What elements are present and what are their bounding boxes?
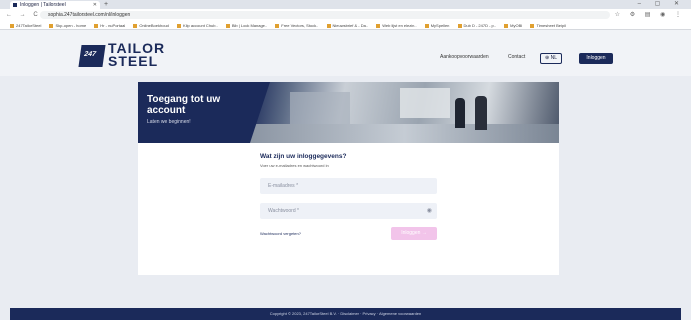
- factory-photo: [250, 82, 559, 143]
- site-header: 247 TAILOR STEEL Aankoopvoorwaarden Cont…: [0, 30, 691, 76]
- password-placeholder: Wachtwoord *: [268, 208, 299, 214]
- navigation-buttons[interactable]: ← → C: [6, 9, 41, 21]
- bookmark-item[interactable]: Nieuwsbrief & - Da..: [326, 21, 368, 29]
- bookmark-item[interactable]: MyOBI: [504, 21, 522, 29]
- browser-tab[interactable]: Inloggen | Tailorsteel ✕: [10, 1, 100, 9]
- language-button[interactable]: ⊕ NL: [540, 53, 562, 64]
- show-password-icon[interactable]: ◉: [427, 203, 432, 219]
- bookmark-item[interactable]: Timesheet Beipil: [530, 21, 566, 29]
- bookmark-item[interactable]: Dub D - 247D - p..: [457, 21, 496, 29]
- address-bar[interactable]: sophia.247tailorsteel.com/nl/inloggen: [40, 11, 610, 19]
- nav-link-terms[interactable]: Aankoopvoorwaarden: [440, 54, 489, 60]
- bookmark-item[interactable]: Free Vectors, Stock..: [275, 21, 318, 29]
- url-text: sophia.247tailorsteel.com/nl/inloggen: [48, 12, 131, 18]
- email-field[interactable]: E-mailadres *: [260, 178, 437, 194]
- hero-subtitle: Laten we beginnen!: [147, 119, 191, 125]
- nav-link-contact[interactable]: Contact: [508, 54, 525, 60]
- bookmark-item[interactable]: MySpellen: [424, 21, 449, 29]
- bookmark-item[interactable]: Bib | Lock Manage..: [225, 21, 267, 29]
- window-controls[interactable]: – ▢ ✕: [638, 0, 685, 9]
- logo-mark: 247: [78, 45, 106, 67]
- forgot-password-link[interactable]: Wachtwoord vergeten?: [260, 231, 301, 236]
- bookmark-item[interactable]: 247TailorSteel: [10, 21, 41, 29]
- bookmark-item[interactable]: Skp-open - home: [49, 21, 86, 29]
- form-title: Wat zijn uw inloggegevens?: [260, 153, 347, 160]
- login-submit-button[interactable]: Inloggen →: [391, 227, 437, 240]
- tab-title: Inloggen | Tailorsteel: [20, 2, 66, 8]
- hero-banner: Toegang tot uw account Laten we beginnen…: [138, 82, 559, 143]
- bookmark-item[interactable]: Hr - nuPortaal: [94, 21, 125, 29]
- form-subtitle: Voer uw e-mailadres en wachtwoord in: [260, 163, 329, 168]
- password-field[interactable]: Wachtwoord * ◉: [260, 203, 437, 219]
- new-tab-button[interactable]: +: [104, 0, 108, 9]
- bookmark-item[interactable]: Klip account Chub..: [177, 21, 218, 29]
- site-footer: Copyright © 2023, 247TailorSteel B.V. · …: [10, 308, 681, 320]
- bookmarks-bar: 247TailorSteel Skp-open - home Hr - nuPo…: [0, 21, 691, 30]
- email-placeholder: E-mailadres *: [268, 183, 299, 189]
- toolbar-icons[interactable]: ☆ ⚙ ▤ ◉ ⋮: [615, 9, 685, 21]
- bookmark-item[interactable]: OnlineBoekhoud: [133, 21, 169, 29]
- bookmark-item[interactable]: Web lijst en elezin..: [376, 21, 417, 29]
- tab-favicon-icon: [13, 3, 17, 7]
- header-login-button[interactable]: Inloggen: [579, 53, 613, 64]
- browser-tab-bar: Inloggen | Tailorsteel ✕ + – ▢ ✕: [0, 0, 691, 9]
- footer-text: Copyright © 2023, 247TailorSteel B.V. · …: [269, 311, 422, 316]
- close-tab-icon[interactable]: ✕: [93, 1, 97, 9]
- login-card: Wat zijn uw inloggegevens? Voer uw e-mai…: [138, 143, 559, 275]
- logo-text-line2: STEEL: [108, 53, 159, 69]
- browser-toolbar: ← → C sophia.247tailorsteel.com/nl/inlog…: [0, 9, 691, 21]
- hero-title: Toegang tot uw account: [147, 94, 221, 116]
- page-content: 247 TAILOR STEEL Aankoopvoorwaarden Cont…: [0, 30, 691, 320]
- site-logo[interactable]: 247 TAILOR STEEL: [78, 39, 190, 69]
